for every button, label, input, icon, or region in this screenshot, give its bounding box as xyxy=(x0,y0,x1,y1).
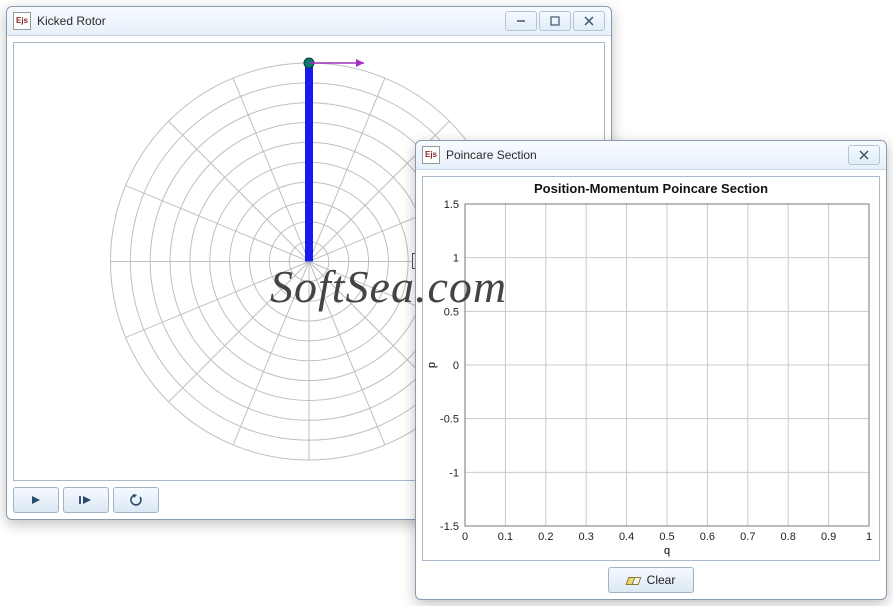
x-tick-label: 0.5 xyxy=(659,531,674,543)
x-tick-label: 0.8 xyxy=(781,531,796,543)
y-tick-label: 0.5 xyxy=(444,306,459,318)
x-tick-label: 0.9 xyxy=(821,531,836,543)
window-buttons xyxy=(846,145,880,165)
x-axis-label: q xyxy=(664,545,670,557)
window-buttons xyxy=(503,11,605,31)
eraser-icon xyxy=(627,575,641,585)
y-tick-label: -0.5 xyxy=(440,414,459,426)
titlebar[interactable]: Ejs Poincare Section xyxy=(416,141,886,170)
poincare-section-window: Ejs Poincare Section Position-Momentum P… xyxy=(415,140,887,600)
x-tick-label: 0.3 xyxy=(579,531,594,543)
minimize-button[interactable] xyxy=(505,11,537,31)
y-tick-label: 1 xyxy=(453,253,459,265)
y-tick-label: -1.5 xyxy=(440,521,459,533)
x-tick-label: 0.7 xyxy=(740,531,755,543)
y-tick-label: 0 xyxy=(453,360,459,372)
window-title: Poincare Section xyxy=(446,148,537,162)
close-button[interactable] xyxy=(573,11,605,31)
y-tick-label: -1 xyxy=(449,467,459,479)
x-tick-label: 0.2 xyxy=(538,531,553,543)
x-tick-label: 1 xyxy=(866,531,872,543)
x-tick-label: 0.1 xyxy=(498,531,513,543)
chart-title: Position-Momentum Poincare Section xyxy=(423,177,879,198)
reset-icon xyxy=(129,494,143,506)
y-tick-label: 1.5 xyxy=(444,199,459,211)
titlebar[interactable]: Ejs Kicked Rotor xyxy=(7,7,611,36)
x-tick-label: 0.6 xyxy=(700,531,715,543)
play-button[interactable] xyxy=(13,487,59,513)
maximize-button[interactable] xyxy=(539,11,571,31)
x-tick-label: 0 xyxy=(462,531,468,543)
close-button[interactable] xyxy=(848,145,880,165)
ejs-app-icon: Ejs xyxy=(13,12,31,30)
step-button[interactable] xyxy=(63,487,109,513)
step-icon xyxy=(79,495,93,505)
x-tick-label: 0.4 xyxy=(619,531,634,543)
reset-button[interactable] xyxy=(113,487,159,513)
play-icon xyxy=(31,495,41,505)
poincare-chart[interactable]: 0 0.1 0.2 0.3 0.4 0.5 0.6 0.7 0.8 0.9 1 -1.5 -1 -0.5 0… xyxy=(423,198,879,560)
window-title: Kicked Rotor xyxy=(37,14,106,28)
clear-button[interactable]: Clear xyxy=(608,567,694,593)
y-axis-label: p xyxy=(426,362,438,368)
ejs-app-icon: Ejs xyxy=(422,146,440,164)
clear-button-label: Clear xyxy=(647,573,676,587)
